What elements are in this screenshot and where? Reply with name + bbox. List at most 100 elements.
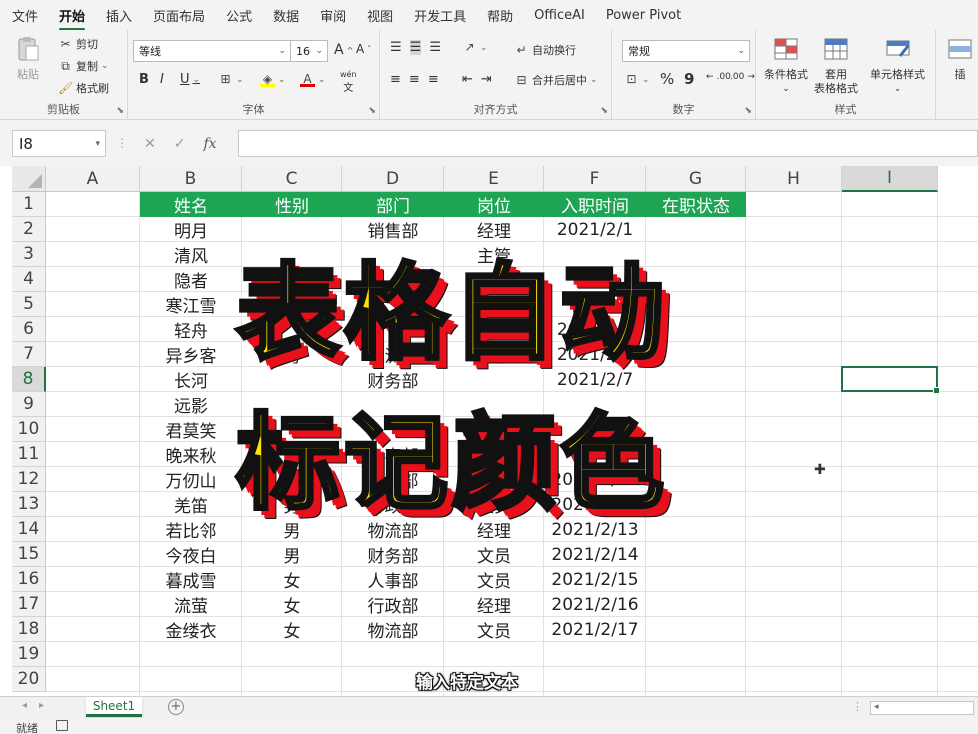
column-header[interactable]: H <box>746 166 842 192</box>
table-cell[interactable]: 人事部 <box>342 567 444 592</box>
row-header[interactable]: 14 <box>12 517 46 542</box>
percent-button[interactable]: % <box>660 70 674 88</box>
currency-button[interactable]: ⊡ ⌄ <box>624 72 649 87</box>
table-cell[interactable] <box>646 542 746 567</box>
table-cell[interactable]: 明月 <box>140 217 242 242</box>
menu-tab[interactable]: 文件 <box>12 6 38 25</box>
dialog-launcher-icon[interactable]: ⬊ <box>744 106 752 116</box>
table-cell[interactable]: 晚来秋 <box>140 442 242 467</box>
menu-tab[interactable]: Power Pivot <box>606 8 681 23</box>
table-header-cell[interactable]: 部门 <box>342 192 444 217</box>
table-cell[interactable]: 羌笛 <box>140 492 242 517</box>
row-header[interactable]: 9 <box>12 392 46 417</box>
align-right-icon[interactable]: ≡ <box>428 72 439 87</box>
column-header[interactable]: G <box>646 166 746 192</box>
row-header[interactable]: 17 <box>12 592 46 617</box>
name-box[interactable]: I8 ▾ <box>12 130 106 157</box>
menu-tab[interactable]: 帮助 <box>487 6 513 25</box>
check-icon[interactable]: ✓ <box>174 136 186 152</box>
align-left-icon[interactable]: ≡ <box>390 72 401 87</box>
insert-function-icon[interactable]: fx <box>203 136 216 152</box>
row-header[interactable]: 2 <box>12 217 46 242</box>
column-header[interactable]: B <box>140 166 242 192</box>
font-name-select[interactable]: 等线 ⌄ <box>133 40 291 62</box>
column-header[interactable]: F <box>544 166 646 192</box>
row-header[interactable]: 20 <box>12 667 46 692</box>
align-middle-icon[interactable]: ☰ <box>409 40 422 55</box>
table-cell[interactable] <box>646 592 746 617</box>
table-header-cell[interactable]: 岗位 <box>444 192 544 217</box>
table-header-cell[interactable]: 姓名 <box>140 192 242 217</box>
scroll-left-icon[interactable]: ◂ <box>874 702 879 712</box>
table-cell[interactable]: 物流部 <box>342 617 444 642</box>
add-sheet-button[interactable]: + <box>168 699 184 715</box>
paste-button[interactable]: 粘贴 <box>14 36 42 82</box>
increase-decimal-button[interactable]: ← .00 <box>706 72 731 82</box>
sheet-tab[interactable]: Sheet1 <box>86 697 142 717</box>
conditional-format-button[interactable]: 条件格式 ⌄ <box>764 36 808 96</box>
row-header[interactable]: 3 <box>12 242 46 267</box>
shrink-font-button[interactable]: Aˇ <box>356 42 371 56</box>
cell-styles-button[interactable]: 单元格样式 ⌄ <box>870 36 925 96</box>
table-cell[interactable]: 女 <box>242 567 342 592</box>
row-header[interactable]: 7 <box>12 342 46 367</box>
accessibility-icon[interactable] <box>56 720 68 731</box>
number-format-select[interactable]: 常规 ⌄ <box>622 40 750 62</box>
menu-tab[interactable]: 插入 <box>106 6 132 25</box>
dialog-launcher-icon[interactable]: ⬊ <box>116 106 124 116</box>
row-header[interactable]: 19 <box>12 642 46 667</box>
table-cell[interactable]: 2021/2/17 <box>544 617 646 642</box>
fill-color-button[interactable]: ◈ ⌄ <box>260 72 286 87</box>
select-all-button[interactable] <box>12 166 46 192</box>
sheet-nav-arrows[interactable]: ◂▸ <box>22 700 56 711</box>
table-cell[interactable]: 文员 <box>444 542 544 567</box>
table-cell[interactable]: 寒江雪 <box>140 292 242 317</box>
copy-button[interactable]: ⧉ 复制 ⌄ <box>58 58 108 74</box>
format-as-table-button[interactable]: 套用 表格格式 <box>814 36 858 96</box>
row-header[interactable]: 5 <box>12 292 46 317</box>
underline-button[interactable]: U ⌄ <box>180 72 200 87</box>
table-cell[interactable]: 轻舟 <box>140 317 242 342</box>
row-header[interactable]: 16 <box>12 567 46 592</box>
cut-button[interactable]: ✂ 剪切 <box>58 36 98 52</box>
menu-tab[interactable]: 视图 <box>367 6 393 25</box>
vertical-align-buttons[interactable]: ☰ ☰ ☰ <box>390 40 441 55</box>
menu-tab[interactable]: 公式 <box>226 6 252 25</box>
font-size-select[interactable]: 16 ⌄ <box>290 40 328 62</box>
table-header-cell[interactable]: 性别 <box>242 192 342 217</box>
grow-font-button[interactable]: A ^ <box>334 42 353 58</box>
table-cell[interactable]: 2021/2/15 <box>544 567 646 592</box>
table-cell[interactable]: 金缕衣 <box>140 617 242 642</box>
column-header[interactable]: A <box>46 166 140 192</box>
font-color-button[interactable]: A ⌄ <box>300 72 326 87</box>
menu-tab[interactable]: 开发工具 <box>414 6 466 25</box>
column-header[interactable]: E <box>444 166 544 192</box>
dialog-launcher-icon[interactable]: ⬊ <box>600 106 608 116</box>
table-cell[interactable]: 行政部 <box>342 592 444 617</box>
column-header[interactable]: I <box>842 166 938 192</box>
table-cell[interactable]: 财务部 <box>342 542 444 567</box>
cancel-icon[interactable]: ✕ <box>144 136 156 152</box>
split-handle-icon[interactable]: ⋮ <box>852 700 863 713</box>
table-cell[interactable] <box>646 617 746 642</box>
table-cell[interactable]: 隐者 <box>140 267 242 292</box>
decrease-indent-icon[interactable]: ⇤ <box>462 72 473 87</box>
menu-tab[interactable]: 数据 <box>273 6 299 25</box>
row-header[interactable]: 1 <box>12 192 46 217</box>
horizontal-scrollbar[interactable]: ◂ <box>870 701 974 715</box>
table-cell[interactable]: 今夜白 <box>140 542 242 567</box>
active-cell[interactable] <box>841 366 940 394</box>
increase-indent-icon[interactable]: ⇥ <box>481 72 492 87</box>
table-cell[interactable]: 万仞山 <box>140 467 242 492</box>
row-header[interactable]: 15 <box>12 542 46 567</box>
table-cell[interactable]: 君莫笑 <box>140 417 242 442</box>
table-cell[interactable]: 若比邻 <box>140 517 242 542</box>
table-cell[interactable]: 远影 <box>140 392 242 417</box>
table-cell[interactable]: 长河 <box>140 367 242 392</box>
menu-tab[interactable]: 页面布局 <box>153 6 205 25</box>
column-header[interactable]: D <box>342 166 444 192</box>
table-cell[interactable] <box>646 567 746 592</box>
menu-tab[interactable]: OfficeAI <box>534 8 585 23</box>
table-cell[interactable]: 男 <box>242 542 342 567</box>
format-painter-button[interactable]: 🖌 格式刷 <box>58 80 109 96</box>
